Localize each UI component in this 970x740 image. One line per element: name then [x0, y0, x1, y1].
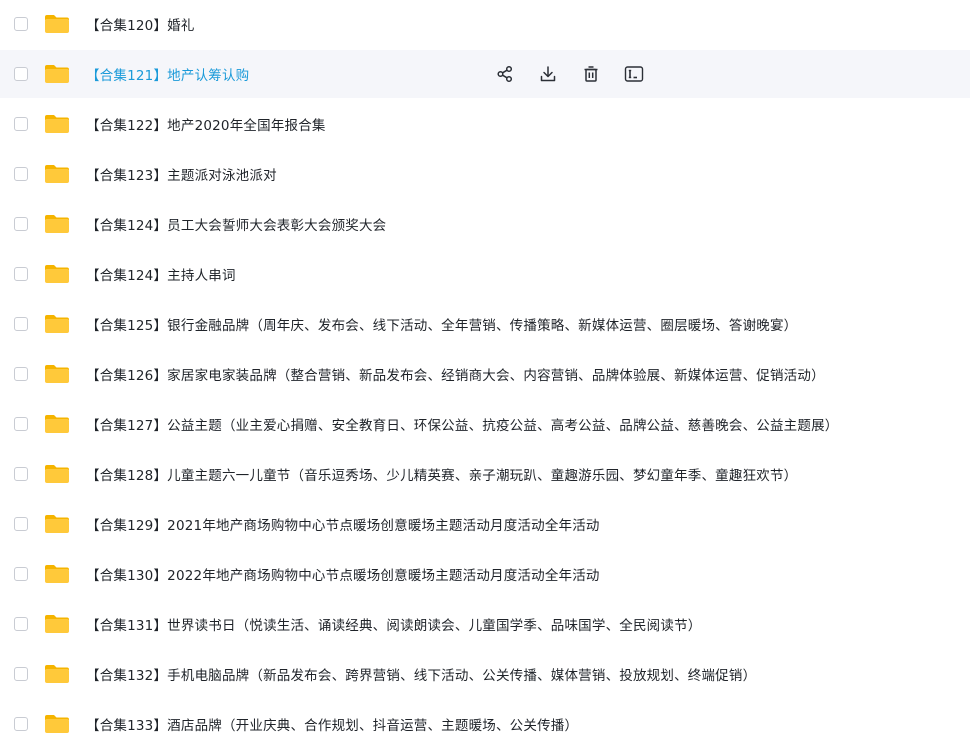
folder-icon: [44, 414, 70, 434]
file-row[interactable]: 【合集124】员工大会誓师大会表彰大会颁奖大会: [0, 200, 970, 248]
folder-icon: [44, 564, 70, 584]
row-checkbox[interactable]: [14, 367, 28, 381]
file-name-link[interactable]: 【合集126】家居家电家装品牌（整合营销、新品发布会、经销商大会、内容营销、品牌…: [86, 364, 825, 384]
file-row[interactable]: 【合集121】地产认筹认购: [0, 50, 970, 98]
download-button[interactable]: [537, 63, 559, 85]
file-name-link[interactable]: 【合集131】世界读书日（悦读生活、诵读经典、阅读朗读会、儿童国学季、品味国学、…: [86, 614, 701, 634]
folder-icon: [44, 314, 70, 334]
folder-icon: [44, 164, 70, 184]
rename-button[interactable]: [623, 63, 645, 85]
file-name-link[interactable]: 【合集129】2021年地产商场购物中心节点暖场创意暖场主题活动月度活动全年活动: [86, 514, 600, 534]
row-checkbox[interactable]: [14, 217, 28, 231]
download-icon: [539, 65, 557, 83]
file-name-link[interactable]: 【合集120】婚礼: [86, 14, 195, 34]
folder-icon: [44, 14, 70, 34]
row-checkbox[interactable]: [14, 617, 28, 631]
file-row[interactable]: 【合集126】家居家电家装品牌（整合营销、新品发布会、经销商大会、内容营销、品牌…: [0, 350, 970, 398]
row-checkbox[interactable]: [14, 17, 28, 31]
folder-icon: [44, 714, 70, 734]
file-row[interactable]: 【合集120】婚礼: [0, 0, 970, 48]
folder-icon: [44, 614, 70, 634]
file-name-link[interactable]: 【合集133】酒店品牌（开业庆典、合作规划、抖音运营、主题暖场、公关传播）: [86, 714, 578, 734]
file-name-link[interactable]: 【合集130】2022年地产商场购物中心节点暖场创意暖场主题活动月度活动全年活动: [86, 564, 600, 584]
folder-icon: [44, 64, 70, 84]
row-checkbox[interactable]: [14, 67, 28, 81]
file-row[interactable]: 【合集132】手机电脑品牌（新品发布会、跨界营销、线下活动、公关传播、媒体营销、…: [0, 650, 970, 698]
row-checkbox[interactable]: [14, 267, 28, 281]
row-checkbox[interactable]: [14, 467, 28, 481]
file-name-link[interactable]: 【合集125】银行金融品牌（周年庆、发布会、线下活动、全年营销、传播策略、新媒体…: [86, 314, 797, 334]
row-checkbox[interactable]: [14, 117, 28, 131]
row-checkbox[interactable]: [14, 167, 28, 181]
file-row[interactable]: 【合集130】2022年地产商场购物中心节点暖场创意暖场主题活动月度活动全年活动: [0, 550, 970, 598]
file-name-link[interactable]: 【合集121】地产认筹认购: [86, 64, 249, 84]
file-name-link[interactable]: 【合集127】公益主题（业主爱心捐赠、安全教育日、环保公益、抗疫公益、高考公益、…: [86, 414, 838, 434]
file-row[interactable]: 【合集128】儿童主题六一儿童节（音乐逗秀场、少儿精英赛、亲子潮玩趴、童趣游乐园…: [0, 450, 970, 498]
row-checkbox[interactable]: [14, 417, 28, 431]
folder-icon: [44, 114, 70, 134]
folder-icon: [44, 264, 70, 284]
row-checkbox[interactable]: [14, 317, 28, 331]
rename-icon: [624, 65, 644, 83]
file-row[interactable]: 【合集127】公益主题（业主爱心捐赠、安全教育日、环保公益、抗疫公益、高考公益、…: [0, 400, 970, 448]
folder-icon: [44, 664, 70, 684]
file-name-link[interactable]: 【合集124】员工大会誓师大会表彰大会颁奖大会: [86, 214, 386, 234]
file-row[interactable]: 【合集133】酒店品牌（开业庆典、合作规划、抖音运营、主题暖场、公关传播）: [0, 700, 970, 740]
file-name-link[interactable]: 【合集128】儿童主题六一儿童节（音乐逗秀场、少儿精英赛、亲子潮玩趴、童趣游乐园…: [86, 464, 797, 484]
share-icon: [496, 65, 514, 83]
file-row[interactable]: 【合集131】世界读书日（悦读生活、诵读经典、阅读朗读会、儿童国学季、品味国学、…: [0, 600, 970, 648]
file-name-link[interactable]: 【合集122】地产2020年全国年报合集: [86, 114, 326, 134]
file-row[interactable]: 【合集122】地产2020年全国年报合集: [0, 100, 970, 148]
file-row[interactable]: 【合集129】2021年地产商场购物中心节点暖场创意暖场主题活动月度活动全年活动: [0, 500, 970, 548]
file-row[interactable]: 【合集124】主持人串词: [0, 250, 970, 298]
folder-icon: [44, 514, 70, 534]
folder-icon: [44, 464, 70, 484]
trash-icon: [582, 65, 600, 83]
folder-icon: [44, 214, 70, 234]
file-name-link[interactable]: 【合集123】主题派对泳池派对: [86, 164, 277, 184]
file-name-link[interactable]: 【合集124】主持人串词: [86, 264, 236, 284]
file-row[interactable]: 【合集123】主题派对泳池派对: [0, 150, 970, 198]
share-button[interactable]: [494, 63, 516, 85]
row-checkbox[interactable]: [14, 667, 28, 681]
row-checkbox[interactable]: [14, 567, 28, 581]
file-name-link[interactable]: 【合集132】手机电脑品牌（新品发布会、跨界营销、线下活动、公关传播、媒体营销、…: [86, 664, 756, 684]
row-actions: [494, 50, 666, 98]
folder-icon: [44, 364, 70, 384]
row-checkbox[interactable]: [14, 717, 28, 731]
file-row[interactable]: 【合集125】银行金融品牌（周年庆、发布会、线下活动、全年营销、传播策略、新媒体…: [0, 300, 970, 348]
file-list: 【合集120】婚礼【合集121】地产认筹认购【合集122】地产2020年全国年报…: [0, 0, 970, 740]
row-checkbox[interactable]: [14, 517, 28, 531]
delete-button[interactable]: [580, 63, 602, 85]
